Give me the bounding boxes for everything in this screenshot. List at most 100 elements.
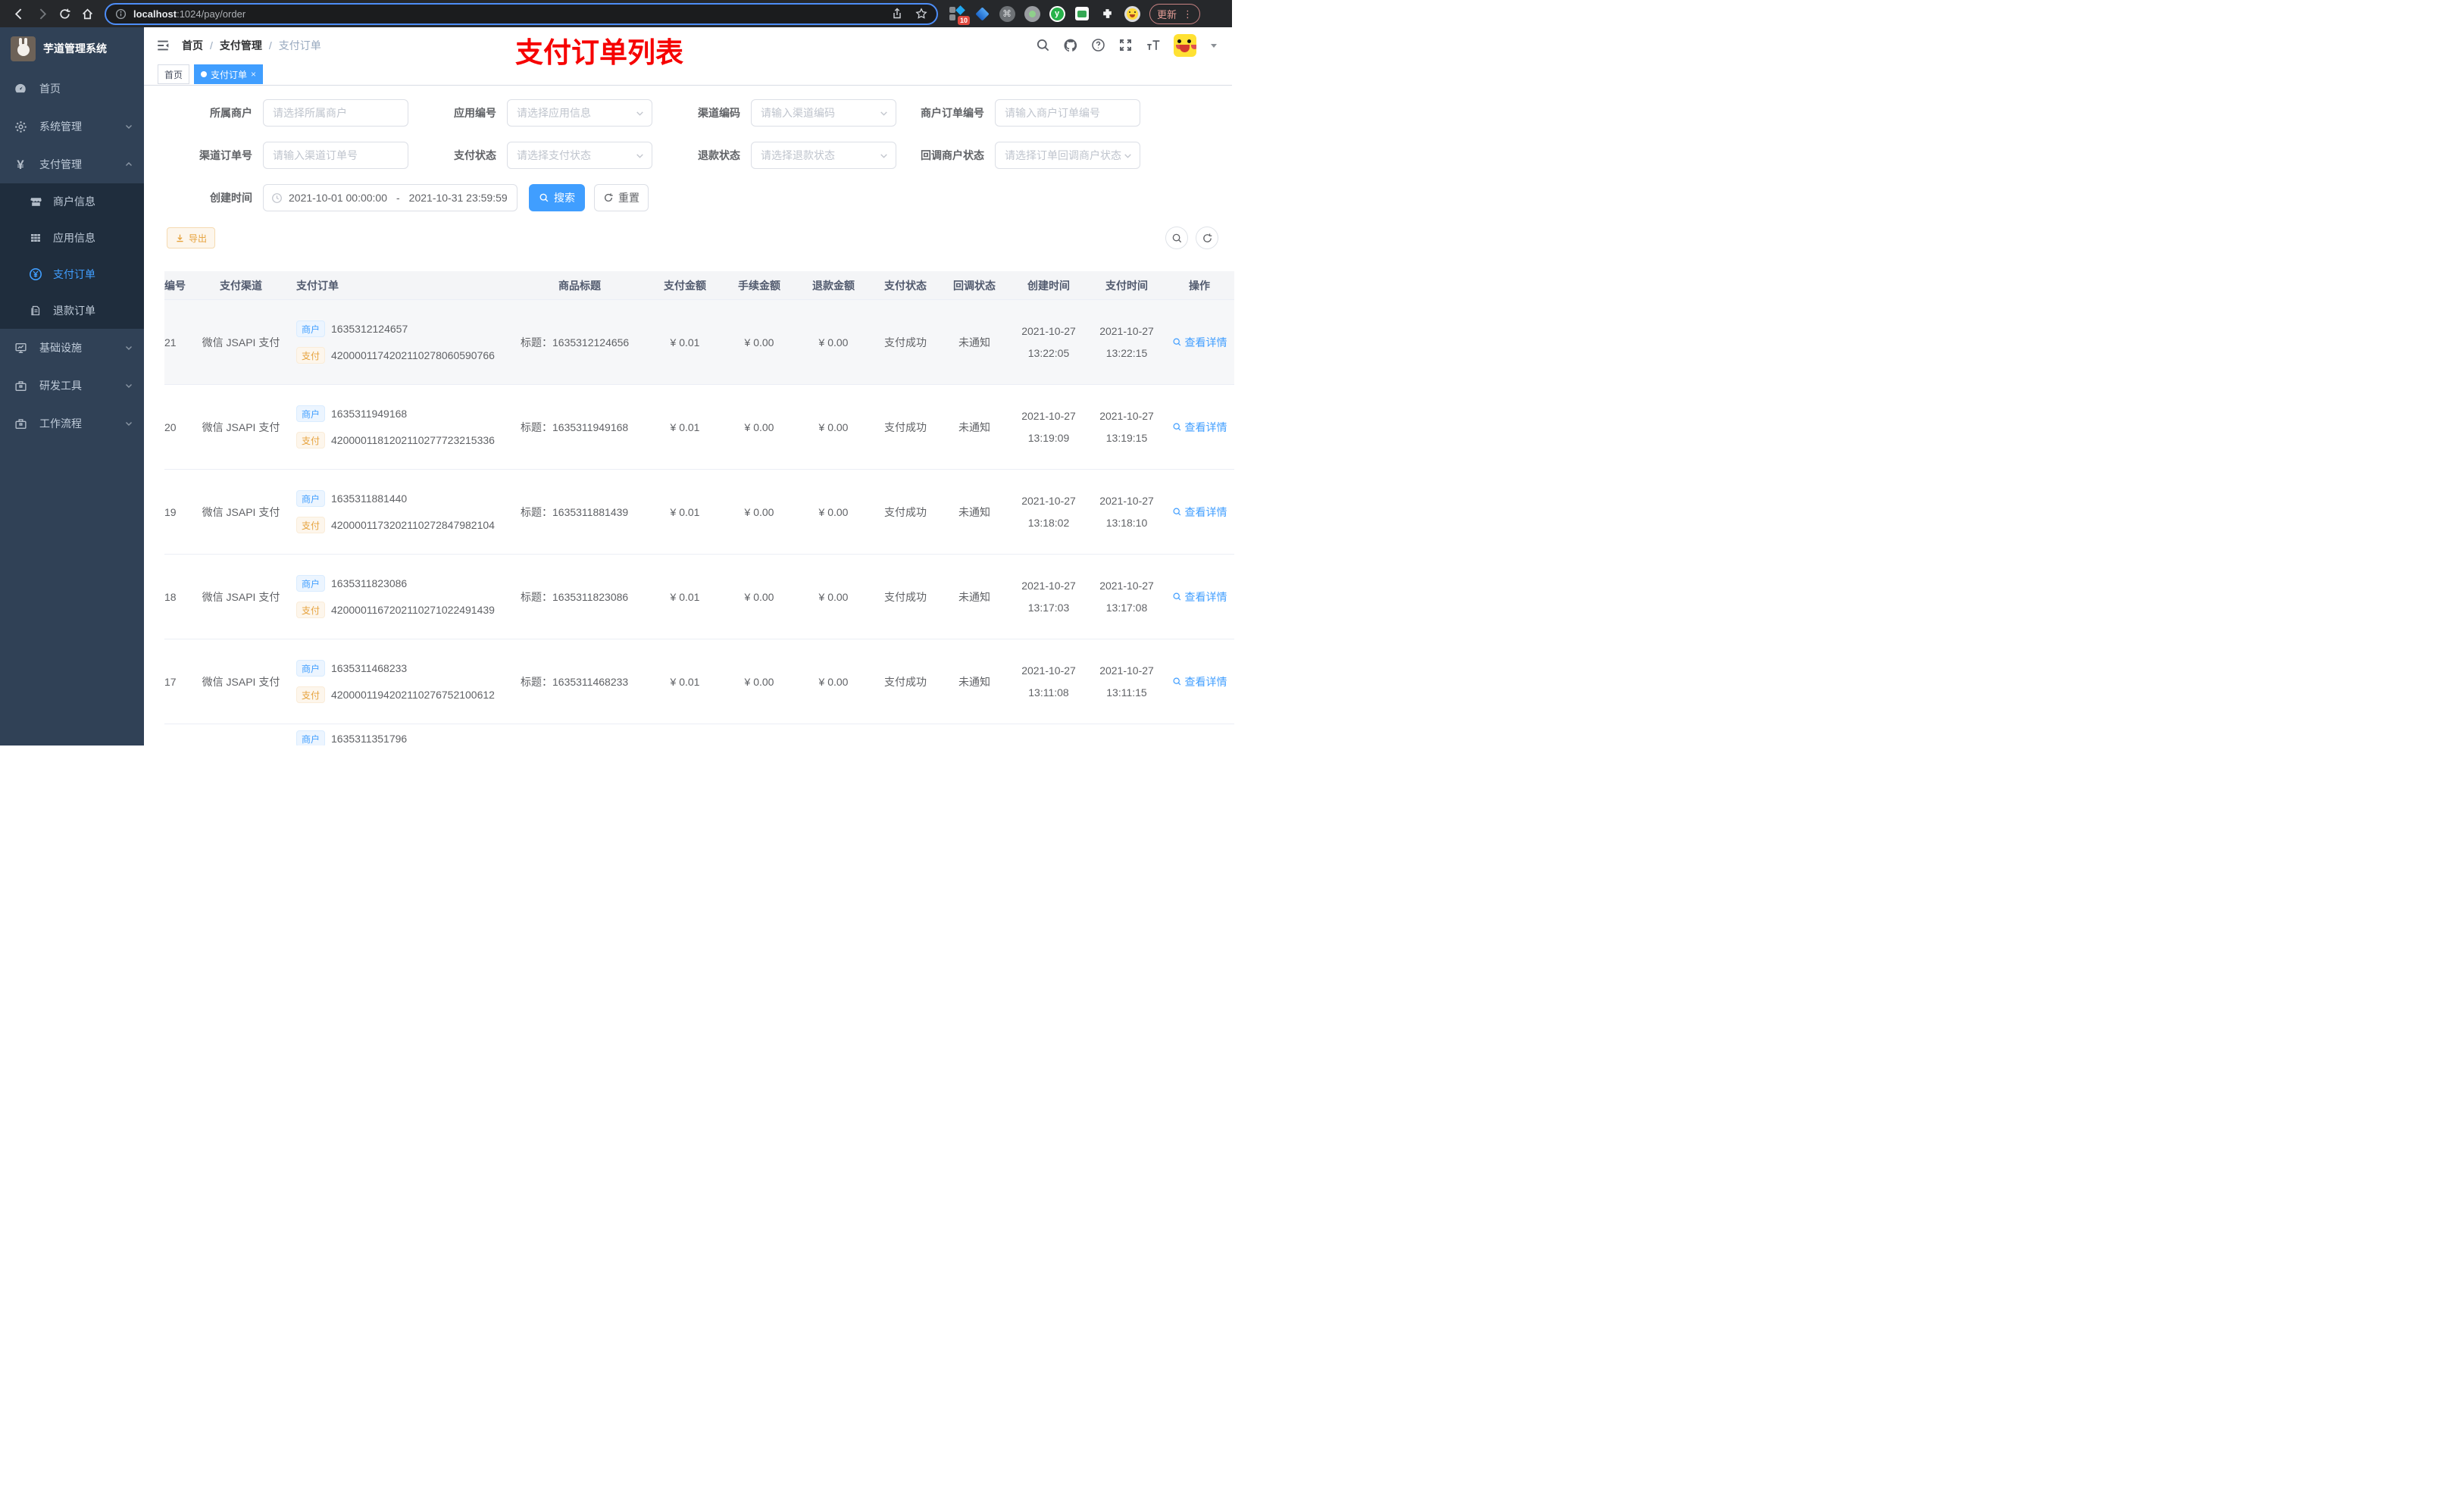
sidebar-item-label: 支付订单: [53, 268, 95, 280]
channel-code-select[interactable]: 请输入渠道编码: [751, 99, 896, 127]
sidebar-item-pay-order[interactable]: 支付订单: [0, 256, 144, 292]
merchant-tag: 商户: [296, 320, 326, 337]
chevron-down-icon: [879, 108, 889, 118]
extension-y-icon[interactable]: y: [1049, 5, 1065, 22]
fullscreen-icon[interactable]: [1118, 38, 1133, 52]
browser-reload-button[interactable]: [53, 2, 76, 25]
view-detail-link[interactable]: 查看详情: [1172, 505, 1227, 520]
toggle-search-button[interactable]: [1165, 227, 1188, 249]
extension-blocks-icon[interactable]: 10: [949, 5, 970, 25]
view-detail-link[interactable]: 查看详情: [1172, 335, 1227, 350]
github-icon[interactable]: [1063, 38, 1078, 53]
date-start: 2021-10-01 00:00:00: [289, 192, 387, 204]
browser-back-button[interactable]: [8, 2, 30, 25]
sidebar-item-home[interactable]: 首页: [0, 70, 144, 108]
view-detail-link[interactable]: 查看详情: [1172, 420, 1227, 435]
avatar-caret-icon[interactable]: [1209, 41, 1218, 50]
profile-emoji-icon[interactable]: [1124, 5, 1140, 22]
breadcrumb-home[interactable]: 首页: [182, 38, 203, 53]
search-button[interactable]: 搜索: [529, 184, 585, 211]
chevron-down-icon: [124, 343, 133, 352]
chevron-down-icon: [635, 108, 645, 118]
extension-badge: 10: [957, 16, 970, 25]
bookmark-star-icon[interactable]: [915, 8, 927, 20]
sidebar-item-label: 商户信息: [53, 195, 95, 208]
refresh-table-button[interactable]: [1196, 227, 1218, 249]
browser-menu-icon[interactable]: ⋮: [1183, 9, 1193, 19]
browser-home-button[interactable]: [76, 2, 98, 25]
top-navbar: 首页 / 支付管理 / 支付订单 支付订单列表: [144, 27, 1232, 68]
refund-status-select[interactable]: 请选择退款状态: [751, 142, 896, 169]
sidebar-item-workflow[interactable]: 工作流程: [0, 405, 144, 442]
table-row: 18 微信 JSAPI 支付 商户 1635311823086 支付 4200001…: [164, 555, 1234, 639]
view-detail-link[interactable]: 查看详情: [1172, 589, 1227, 605]
payment-submenu: 商户信息 应用信息 支付订单 退款订单: [0, 183, 144, 329]
merchant-order-no-input[interactable]: [995, 99, 1140, 127]
merchant-input[interactable]: [263, 99, 408, 127]
extension-kite-icon[interactable]: [974, 5, 990, 22]
sidebar-item-merchant-info[interactable]: 商户信息: [0, 183, 144, 220]
sidebar-item-label: 首页: [39, 83, 61, 95]
filter-merchant: 所属商户: [164, 99, 408, 127]
merchant-tag: 商户: [296, 575, 326, 592]
tag-home[interactable]: 首页: [158, 64, 190, 85]
site-info-icon[interactable]: [115, 8, 127, 20]
filter-merchant-order-no: 商户订单编号: [896, 99, 1140, 127]
monitor-chart-icon: [14, 342, 27, 355]
merchant-tag: 商户: [296, 730, 326, 746]
browser-forward-button[interactable]: [30, 2, 53, 25]
pay-status-select[interactable]: 请选择支付状态: [507, 142, 652, 169]
extension-command-icon[interactable]: ⌘: [999, 5, 1015, 22]
filter-notify-status: 回调商户状态 请选择订单回调商户状态: [896, 142, 1140, 169]
help-icon[interactable]: [1091, 38, 1105, 52]
sidebar-toggle-icon[interactable]: [156, 39, 170, 52]
document-icon: [29, 305, 42, 317]
address-bar[interactable]: localhost:1024/pay/order: [105, 2, 938, 25]
sidebar-item-payment[interactable]: ¥ 支付管理: [0, 145, 144, 183]
sidebar-item-refund-order[interactable]: 退款订单: [0, 292, 144, 329]
yen-circle-icon: [29, 267, 42, 281]
app-no-select[interactable]: 请选择应用信息: [507, 99, 652, 127]
pay-tag: 支付: [296, 347, 326, 364]
view-detail-link[interactable]: 查看详情: [1172, 674, 1227, 689]
sidebar-item-dev-tools[interactable]: 研发工具: [0, 367, 144, 405]
sidebar-item-label: 系统管理: [39, 120, 82, 133]
sidebar-item-label: 支付管理: [39, 158, 82, 170]
extensions-row: 10 ⌘ y: [949, 5, 1140, 25]
merchant-tag: 商户: [296, 660, 326, 677]
export-button[interactable]: 导出: [167, 227, 216, 248]
app-title: 芋道管理系统: [43, 42, 107, 55]
breadcrumb-pay-mgmt[interactable]: 支付管理: [220, 38, 262, 53]
sidebar-item-system[interactable]: 系统管理: [0, 108, 144, 145]
search-icon[interactable]: [1036, 38, 1050, 52]
share-icon[interactable]: [891, 8, 903, 20]
toolbox-icon: [14, 380, 27, 392]
app-logo-row[interactable]: 芋道管理系统: [0, 27, 144, 70]
notify-status-select[interactable]: 请选择订单回调商户状态: [995, 142, 1140, 169]
reset-button[interactable]: 重置: [594, 184, 649, 211]
sidebar-item-label: 基础设施: [39, 342, 82, 354]
extensions-puzzle-icon[interactable]: [1099, 5, 1115, 22]
sidebar-item-infrastructure[interactable]: 基础设施: [0, 329, 144, 367]
browser-update-button[interactable]: 更新 ⋮: [1149, 3, 1201, 24]
create-time-range-input[interactable]: 2021-10-01 00:00:00 - 2021-10-31 23:59:5…: [263, 184, 518, 211]
channel-order-no-input[interactable]: [263, 142, 408, 169]
chevron-down-icon: [1123, 151, 1133, 161]
sidebar-item-label: 退款订单: [53, 305, 95, 317]
user-avatar[interactable]: [1174, 33, 1196, 57]
close-icon[interactable]: ×: [251, 70, 256, 79]
extension-record-icon[interactable]: [1024, 5, 1040, 22]
url-text: localhost:1024/pay/order: [133, 8, 246, 20]
sidebar-item-label: 应用信息: [53, 232, 95, 244]
dashboard-icon: [14, 82, 27, 95]
sidebar-item-app-info[interactable]: 应用信息: [0, 220, 144, 256]
filter-refund-status: 退款状态 请选择退款状态: [652, 142, 896, 169]
date-end: 2021-10-31 23:59:59: [408, 192, 508, 204]
breadcrumb: 首页 / 支付管理 / 支付订单: [182, 38, 321, 53]
tag-pay-order[interactable]: 支付订单 ×: [194, 64, 264, 85]
sidebar-item-label: 研发工具: [39, 380, 82, 392]
table-row: 20 微信 JSAPI 支付 商户 1635311949168 支付 4200001…: [164, 385, 1234, 470]
font-size-icon[interactable]: [1146, 39, 1161, 52]
extension-chat-icon[interactable]: [1074, 5, 1090, 22]
gear-icon: [14, 120, 27, 133]
